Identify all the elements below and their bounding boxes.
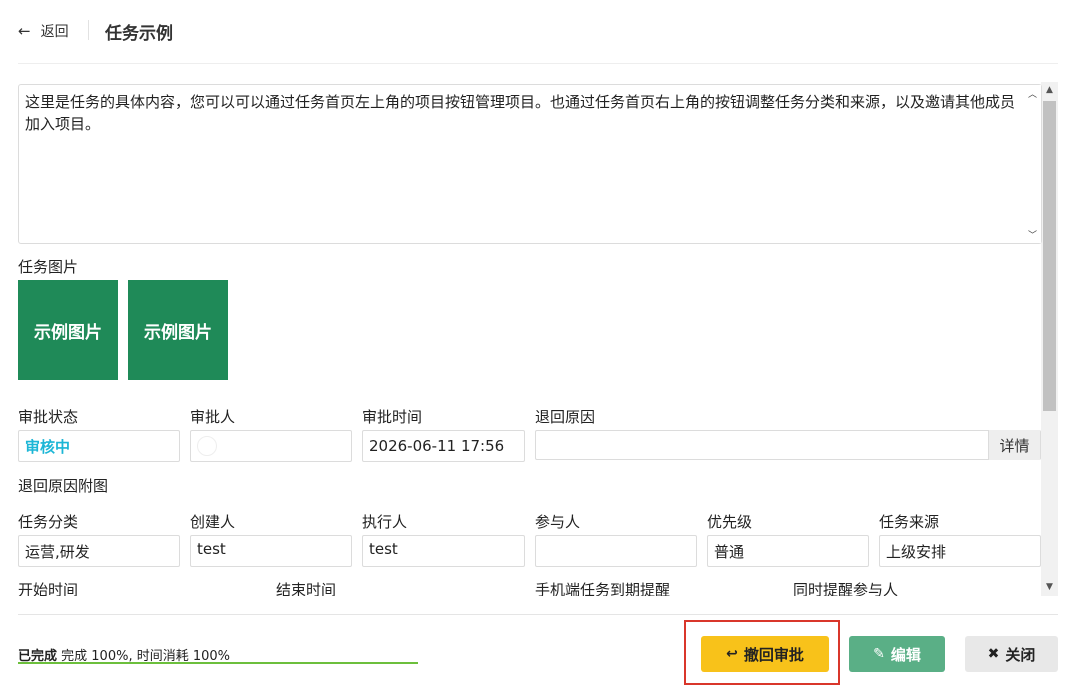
revoke-approval-button[interactable]: ↩ 撤回审批	[701, 636, 829, 672]
page-title: 任务示例	[105, 24, 173, 44]
revoke-approval-label: 撤回审批	[743, 645, 804, 664]
approval-status-label: 审批状态	[18, 408, 79, 426]
progress-bar	[18, 662, 418, 664]
arrow-left-icon: ←	[18, 22, 31, 40]
task-category-value: 运营,研发	[25, 542, 90, 561]
header-divider-line	[18, 63, 1058, 64]
approval-time-label: 审批时间	[362, 408, 423, 426]
back-button[interactable]: ← 返回	[18, 20, 69, 42]
priority-field: 普通	[707, 535, 869, 567]
edit-label: 编辑	[890, 645, 921, 664]
scroll-down-icon[interactable]: ▼	[1041, 579, 1058, 596]
task-source-label: 任务来源	[879, 513, 940, 531]
back-label: 返回	[40, 24, 69, 40]
approval-time-value: 2026-06-11 17:56	[369, 437, 505, 455]
edit-button[interactable]: ✎ 编辑	[849, 636, 945, 672]
creator-value: test	[197, 540, 226, 558]
executor-field: test	[362, 535, 525, 567]
schedule-row: 开始时间 结束时间 手机端任务到期提醒 同时提醒参与人	[0, 576, 1040, 596]
task-category-label: 任务分类	[18, 513, 79, 531]
header-divider	[88, 20, 89, 40]
approval-time-field: 2026-06-11 17:56	[362, 430, 525, 462]
scroll-up-icon[interactable]: ▲	[1041, 82, 1058, 99]
task-source-value: 上级安排	[886, 542, 947, 561]
return-reason-attachment-label: 退回原因附图	[18, 477, 109, 495]
creator-field: test	[190, 535, 352, 567]
task-content-textarea[interactable]: 这里是任务的具体内容，您可以可以通过任务首页左上角的项目按钮管理项目。也通过任务…	[18, 84, 1042, 244]
priority-label: 优先级	[707, 513, 753, 531]
close-label: 关闭	[1005, 645, 1036, 664]
approver-field	[190, 430, 352, 462]
end-time-label: 结束时间	[276, 581, 337, 596]
approval-status-field: 审核中	[18, 430, 180, 462]
chevron-down-icon[interactable]: ﹀	[1024, 228, 1041, 241]
footer-divider	[18, 614, 1058, 615]
task-category-field: 运营,研发	[18, 535, 180, 567]
edit-icon: ✎	[873, 646, 885, 662]
start-time-label: 开始时间	[18, 581, 79, 596]
progress-bar-fill	[18, 662, 418, 664]
close-button[interactable]: ✖ 关闭	[965, 636, 1058, 672]
creator-label: 创建人	[190, 513, 236, 531]
task-source-field: 上级安排	[879, 535, 1041, 567]
return-reason-field	[535, 430, 1041, 460]
return-reason-label: 退回原因	[535, 408, 596, 426]
participant-field	[535, 535, 697, 567]
task-image-1[interactable]: 示例图片	[18, 280, 118, 380]
executor-label: 执行人	[362, 513, 408, 531]
page-scrollbar[interactable]: ▲ ▼	[1041, 82, 1058, 596]
remind-participants-label: 同时提醒参与人	[793, 581, 899, 596]
scrollbar-thumb[interactable]	[1043, 101, 1056, 411]
participant-label: 参与人	[535, 513, 581, 531]
avatar	[197, 436, 217, 456]
chevron-up-icon[interactable]: ︿	[1024, 87, 1041, 100]
undo-arrow-icon: ↩	[726, 646, 738, 662]
page-header: ← 返回 任务示例	[0, 0, 1072, 62]
approval-status-value: 审核中	[25, 437, 71, 456]
mobile-reminder-label: 手机端任务到期提醒	[535, 581, 671, 596]
close-x-icon: ✖	[987, 646, 1000, 662]
priority-value: 普通	[714, 542, 745, 561]
executor-value: test	[369, 540, 398, 558]
reason-detail-button[interactable]: 详情	[988, 430, 1040, 460]
textarea-scrollbar[interactable]: ︿ ﹀	[1024, 85, 1041, 243]
approver-label: 审批人	[190, 408, 236, 426]
task-image-2[interactable]: 示例图片	[128, 280, 228, 380]
task-images-label: 任务图片	[18, 258, 79, 276]
task-content-text: 这里是任务的具体内容，您可以可以通过任务首页左上角的项目按钮管理项目。也通过任务…	[25, 93, 1016, 133]
